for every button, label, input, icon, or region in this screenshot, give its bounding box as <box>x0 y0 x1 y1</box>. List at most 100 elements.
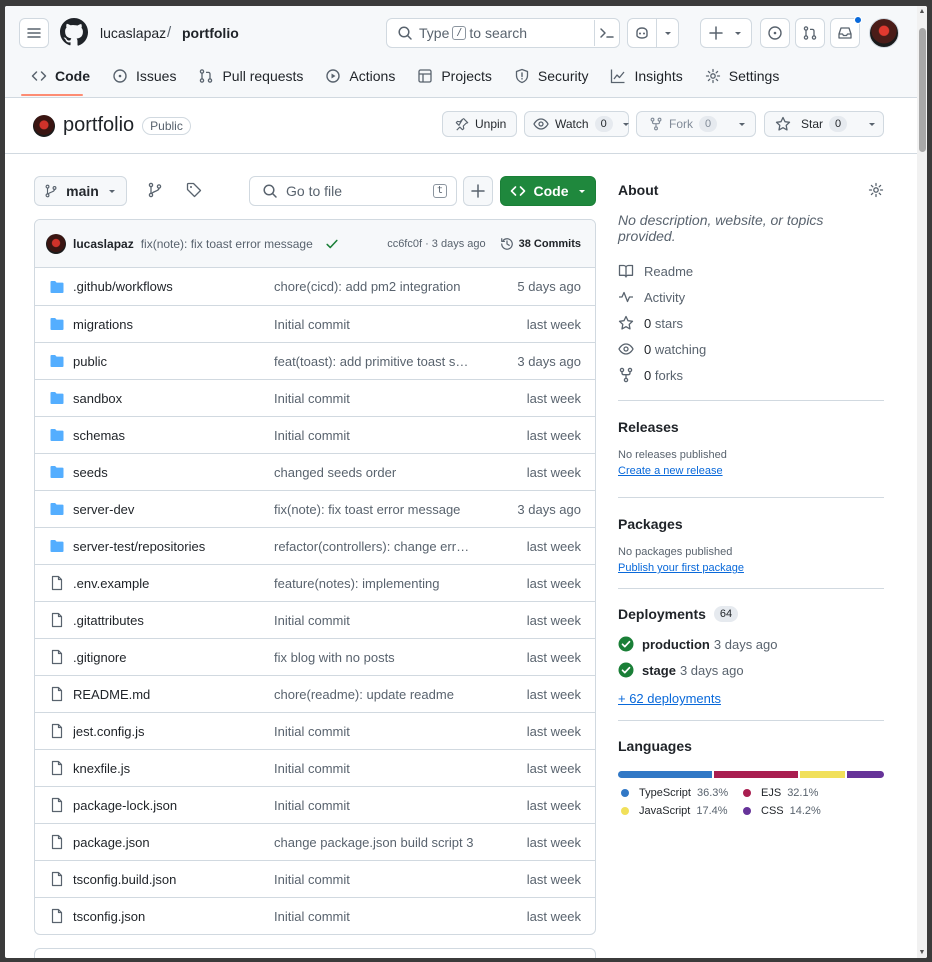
table-row[interactable]: public feat(toast): add primitive toast s… <box>35 342 595 379</box>
forks-link[interactable]: 0 forks <box>618 362 884 388</box>
file-commit-message[interactable]: Initial commit <box>274 909 474 924</box>
owner-link[interactable]: lucaslapaz <box>100 25 166 41</box>
scroll-down-arrow[interactable]: ▼ <box>918 949 926 956</box>
branch-select[interactable]: main <box>34 176 127 206</box>
file-name-link[interactable]: tsconfig.build.json <box>73 872 274 887</box>
tag-icon[interactable] <box>186 182 202 198</box>
go-to-file-input[interactable]: Go to file t <box>249 176 457 206</box>
issues-button[interactable] <box>760 18 790 48</box>
file-name-link[interactable]: tsconfig.json <box>73 909 274 924</box>
tab-pull-requests[interactable]: Pull requests <box>188 64 313 88</box>
file-commit-message[interactable]: change package.json build script 3 <box>274 835 474 850</box>
tab-actions[interactable]: Actions <box>315 64 405 88</box>
unpin-button[interactable]: Unpin <box>442 111 517 137</box>
command-palette-icon[interactable] <box>599 25 615 41</box>
table-row[interactable]: sandbox Initial commit last week <box>35 379 595 416</box>
repo-name[interactable]: portfolio <box>63 114 134 137</box>
file-name-link[interactable]: schemas <box>73 428 274 443</box>
file-commit-message[interactable]: feature(notes): implementing <box>274 576 474 591</box>
commit-message[interactable]: fix(note): fix toast error message <box>141 237 313 251</box>
language-item[interactable]: CSS 14.2% <box>743 805 863 817</box>
gear-icon[interactable] <box>868 182 884 198</box>
table-row[interactable]: knexfile.js Initial commit last week <box>35 749 595 786</box>
scroll-up-arrow[interactable]: ▲ <box>918 8 926 15</box>
file-commit-message[interactable]: Initial commit <box>274 391 474 406</box>
repo-link[interactable]: portfolio <box>182 25 239 41</box>
deployment-item[interactable]: production 3 days ago <box>618 631 884 657</box>
inbox-button[interactable] <box>830 16 862 48</box>
tab-insights[interactable]: Insights <box>600 64 692 88</box>
file-commit-message[interactable]: Initial commit <box>274 428 474 443</box>
user-avatar[interactable] <box>869 18 899 48</box>
chevron-down-icon[interactable] <box>857 119 887 129</box>
branches-icon[interactable] <box>147 182 163 198</box>
file-commit-message[interactable]: refactor(controllers): change error… <box>274 539 474 554</box>
file-commit-message[interactable]: feat(toast): add primitive toast sys… <box>274 354 474 369</box>
chevron-down-icon[interactable] <box>727 119 757 129</box>
file-name-link[interactable]: .gitattributes <box>73 613 274 628</box>
copilot-button[interactable] <box>627 18 679 48</box>
check-icon[interactable] <box>325 237 339 251</box>
commit-hash-time[interactable]: cc6fc0f · 3 days ago <box>387 238 485 250</box>
file-commit-message[interactable]: fix(note): fix toast error message <box>274 502 474 517</box>
commit-author-avatar[interactable] <box>46 233 66 254</box>
file-name-link[interactable]: .github/workflows <box>73 279 274 294</box>
table-row[interactable]: .gitignore fix blog with no posts last wee… <box>35 638 595 675</box>
file-name-link[interactable]: knexfile.js <box>73 761 274 776</box>
file-name-link[interactable]: migrations <box>73 317 274 332</box>
file-commit-message[interactable]: chore(cicd): add pm2 integration <box>274 279 474 294</box>
table-row[interactable]: server-test/repositories refactor(control… <box>35 527 595 564</box>
file-commit-message[interactable]: Initial commit <box>274 761 474 776</box>
file-name-link[interactable]: jest.config.js <box>73 724 274 739</box>
file-commit-message[interactable]: Initial commit <box>274 872 474 887</box>
scroll-thumb[interactable] <box>919 28 926 152</box>
table-row[interactable]: package-lock.json Initial commit last week <box>35 786 595 823</box>
deployments-heading[interactable]: Deployments <box>618 606 706 622</box>
file-name-link[interactable]: public <box>73 354 274 369</box>
table-row[interactable]: .github/workflows chore(cicd): add pm2 in… <box>35 268 595 305</box>
tab-issues[interactable]: Issues <box>102 64 186 88</box>
more-deployments-link[interactable]: + 62 deployments <box>618 691 721 706</box>
github-logo-icon[interactable] <box>60 18 88 46</box>
table-row[interactable]: seeds changed seeds order last week <box>35 453 595 490</box>
commits-link[interactable]: 38 Commits <box>500 237 581 251</box>
file-name-link[interactable]: package-lock.json <box>73 798 274 813</box>
commit-author[interactable]: lucaslapaz <box>73 237 134 251</box>
language-item[interactable]: JavaScript 17.4% <box>621 805 743 817</box>
menu-button[interactable] <box>19 18 49 48</box>
code-dropdown-button[interactable]: Code <box>500 176 596 206</box>
publish-package-link[interactable]: Publish your first package <box>618 562 744 574</box>
file-commit-message[interactable]: changed seeds order <box>274 465 474 480</box>
watchers-link[interactable]: 0 watching <box>618 336 884 362</box>
table-row[interactable]: migrations Initial commit last week <box>35 305 595 342</box>
pull-requests-button[interactable] <box>795 18 825 48</box>
file-commit-message[interactable]: fix blog with no posts <box>274 650 474 665</box>
table-row[interactable]: package.json change package.json build sc… <box>35 823 595 860</box>
page-scrollbar[interactable]: ▲ ▼ <box>917 6 927 958</box>
fork-button[interactable]: Fork 0 <box>636 111 756 137</box>
create-release-link[interactable]: Create a new release <box>618 465 723 477</box>
file-name-link[interactable]: sandbox <box>73 391 274 406</box>
file-commit-message[interactable]: chore(readme): update readme <box>274 687 474 702</box>
language-item[interactable]: TypeScript 36.3% <box>621 787 743 799</box>
activity-link[interactable]: Activity <box>618 284 884 310</box>
table-row[interactable]: tsconfig.json Initial commit last week <box>35 897 595 934</box>
file-name-link[interactable]: server-test/repositories <box>73 539 274 554</box>
file-name-link[interactable]: server-dev <box>73 502 274 517</box>
readme-link[interactable]: Readme <box>618 258 884 284</box>
add-file-button[interactable] <box>463 176 493 206</box>
table-row[interactable]: .gitattributes Initial commit last week <box>35 601 595 638</box>
deployment-item[interactable]: stage 3 days ago <box>618 657 884 683</box>
file-name-link[interactable]: README.md <box>73 687 274 702</box>
create-new-button[interactable] <box>700 18 752 48</box>
releases-heading[interactable]: Releases <box>618 419 884 435</box>
watch-button[interactable]: Watch 0 <box>524 111 629 137</box>
file-commit-message[interactable]: Initial commit <box>274 798 474 813</box>
tab-code[interactable]: Code <box>21 64 100 88</box>
table-row[interactable]: README.md chore(readme): update readme las… <box>35 675 595 712</box>
file-commit-message[interactable]: Initial commit <box>274 613 474 628</box>
file-name-link[interactable]: .gitignore <box>73 650 274 665</box>
stars-link[interactable]: 0 stars <box>618 310 884 336</box>
tab-security[interactable]: Security <box>504 64 599 88</box>
file-name-link[interactable]: package.json <box>73 835 274 850</box>
